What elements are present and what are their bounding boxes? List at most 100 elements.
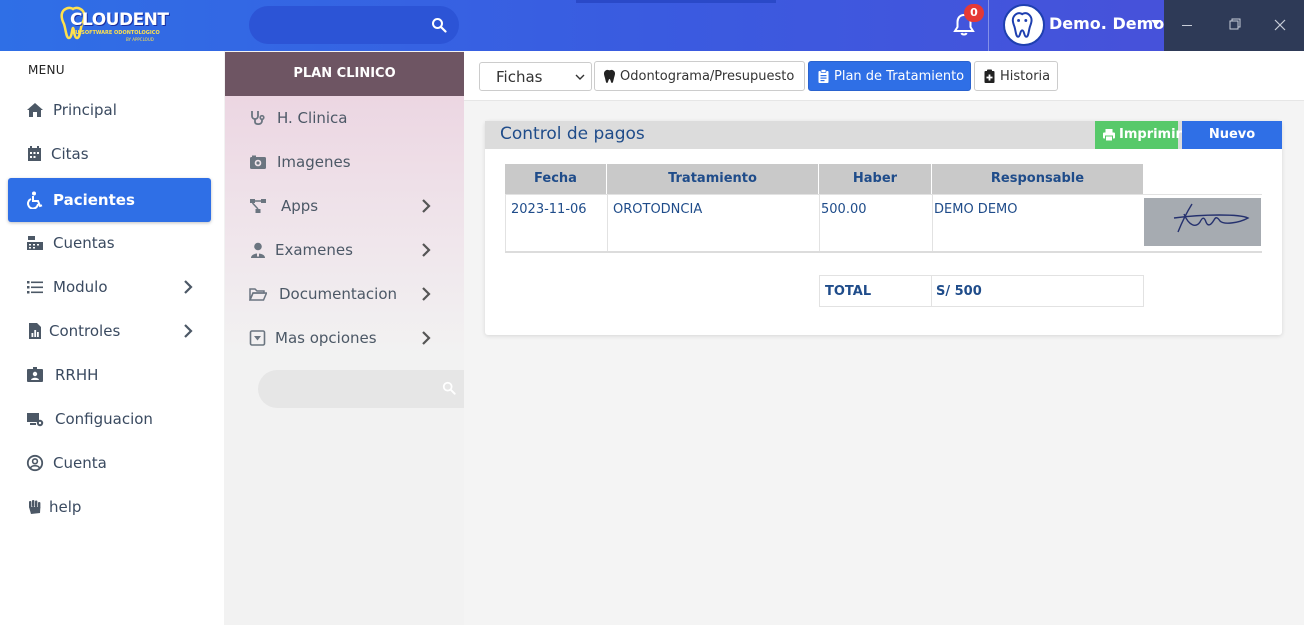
signature-image: [1144, 198, 1261, 246]
sidebar-item-rrhh[interactable]: RRHH: [8, 353, 211, 397]
submenu-item-examenes[interactable]: Examenes: [224, 228, 464, 272]
column-header-haber: Haber: [819, 164, 931, 194]
search-icon[interactable]: [442, 381, 456, 395]
sidebar-item-label: help: [49, 498, 82, 516]
sidebar-item-label: Controles: [49, 322, 121, 340]
restore-icon[interactable]: [1211, 0, 1257, 51]
odontograma-button[interactable]: Odontograma/Presupuesto: [594, 61, 805, 91]
print-label: Imprimir: [1119, 127, 1182, 142]
user-circle-icon: [26, 454, 44, 472]
submenu-item-label: Mas opciones: [275, 329, 377, 347]
button-label: Historia: [1000, 69, 1051, 84]
stethoscope-icon: [251, 111, 265, 126]
home-icon: [27, 103, 43, 117]
submenu-item-label: H. Clinica: [277, 109, 348, 127]
submenu-item-imagenes[interactable]: Imagenes: [224, 140, 464, 184]
sidebar-item-modulo[interactable]: Modulo: [8, 265, 211, 309]
avatar[interactable]: [1003, 4, 1045, 46]
close-icon[interactable]: [1257, 0, 1303, 51]
chevron-right-icon: [422, 331, 431, 345]
submenu-item-label: Documentacion: [279, 285, 398, 303]
user-doctor-icon: [251, 242, 265, 258]
button-label: Odontograma/Presupuesto: [620, 69, 795, 84]
print-button[interactable]: Imprimir: [1095, 121, 1182, 149]
chevron-right-icon: [422, 199, 431, 213]
column-header-responsable: Responsable: [932, 164, 1143, 194]
printer-icon: [1103, 129, 1115, 142]
sidebar-item-label: Configuacion: [55, 410, 153, 428]
patient-toolbar: Fichas Odontograma/Presupuesto Plan de T…: [464, 51, 1304, 101]
hand-icon: [29, 500, 41, 514]
app-logo[interactable]: CLOUDENT TU SOFTWARE ODONTOLOGICO BY APP…: [60, 6, 170, 46]
cell-fecha: 2023-11-06: [505, 195, 607, 251]
chevron-down-icon: [575, 74, 585, 80]
column-header-fecha: Fecha: [505, 164, 606, 194]
submenu-search-input[interactable]: [258, 370, 464, 408]
signature-scribble: [1144, 198, 1261, 246]
sidebar-item-principal[interactable]: Principal: [8, 88, 211, 132]
settings-icon: [27, 413, 44, 427]
sidebar-item-configuacion[interactable]: Configuacion: [8, 397, 211, 441]
chevron-right-icon: [184, 280, 193, 294]
search-icon[interactable]: [431, 17, 447, 33]
chevron-right-icon: [422, 243, 431, 257]
sidebar-item-cuenta[interactable]: Cuenta: [8, 441, 211, 485]
historia-button[interactable]: Historia: [974, 61, 1058, 91]
sidebar-item-label: Citas: [51, 145, 89, 163]
medical-file-icon: [984, 69, 995, 83]
menu-title: MENU: [28, 63, 65, 77]
submenu-item-historia-clinica[interactable]: H. Clinica: [224, 96, 464, 140]
submenu-item-label: Imagenes: [277, 153, 351, 171]
total-label: TOTAL: [819, 275, 932, 307]
id-badge-icon: [27, 367, 43, 382]
top-search-bar[interactable]: [249, 6, 459, 44]
submenu-item-apps[interactable]: Apps: [224, 184, 464, 228]
tooth-icon: [603, 69, 616, 83]
logo-tagline: TU SOFTWARE ODONTOLOGICO: [72, 30, 160, 36]
submenu-item-label: Apps: [281, 197, 319, 215]
sidebar-item-citas[interactable]: Citas: [8, 132, 211, 176]
calendar-icon: [28, 146, 41, 161]
button-label: Plan de Tratamiento: [834, 69, 965, 84]
sidebar-item-label: Principal: [53, 101, 117, 119]
submenu-item-documentacion[interactable]: Documentacion: [224, 272, 464, 316]
table-bottom-border: [505, 251, 1262, 253]
clipboard-icon: [818, 69, 829, 83]
chevron-right-icon: [422, 287, 431, 301]
top-decor-strip: [576, 0, 776, 3]
sidebar-item-pacientes[interactable]: Pacientes: [8, 178, 211, 222]
submenu-title: PLAN CLINICO: [225, 52, 464, 96]
chevron-down-icon[interactable]: [1151, 20, 1161, 26]
notification-badge[interactable]: 0: [964, 4, 984, 22]
cell-haber: 500.00: [819, 195, 932, 251]
tooth-avatar-icon: [1011, 12, 1033, 38]
new-entry-button[interactable]: Nuevo Ingreso: [1182, 121, 1282, 170]
sidebar-item-controles[interactable]: Controles: [8, 309, 211, 353]
window-controls: [1164, 0, 1304, 51]
minimize-icon[interactable]: [1164, 0, 1210, 51]
caret-square-icon: [249, 330, 266, 346]
payments-panel: Control de pagos Imprimir Nuevo Ingreso …: [485, 121, 1282, 335]
sidebar-item-help[interactable]: help: [8, 485, 211, 529]
chevron-right-icon: [184, 324, 193, 338]
sidebar-item-label: Pacientes: [53, 191, 135, 209]
panel-title: Control de pagos: [500, 124, 645, 144]
cash-register-icon: [27, 236, 43, 250]
main-sidebar: MENU Principal Citas Pacientes Cuentas M…: [0, 51, 224, 625]
total-value: S/ 500: [931, 275, 1144, 307]
sidebar-item-label: Cuenta: [53, 454, 107, 472]
submenu-item-mas-opciones[interactable]: Mas opciones: [224, 316, 464, 360]
cell-tratamiento: OROTODNCIA: [607, 195, 819, 251]
network-icon: [250, 199, 266, 213]
sidebar-item-label: Modulo: [53, 278, 108, 296]
wheelchair-icon: [27, 191, 43, 209]
fichas-select[interactable]: Fichas: [479, 62, 592, 91]
cell-responsable: DEMO DEMO: [932, 195, 1144, 251]
user-name[interactable]: Demo. Demo: [1049, 14, 1164, 33]
sidebar-item-label: RRHH: [55, 366, 99, 384]
select-value: Fichas: [496, 68, 543, 86]
sidebar-item-cuentas[interactable]: Cuentas: [8, 221, 211, 265]
header-divider: [988, 0, 989, 51]
logo-text: CLOUDENT: [70, 10, 169, 30]
plan-tratamiento-button[interactable]: Plan de Tratamiento: [808, 61, 971, 91]
